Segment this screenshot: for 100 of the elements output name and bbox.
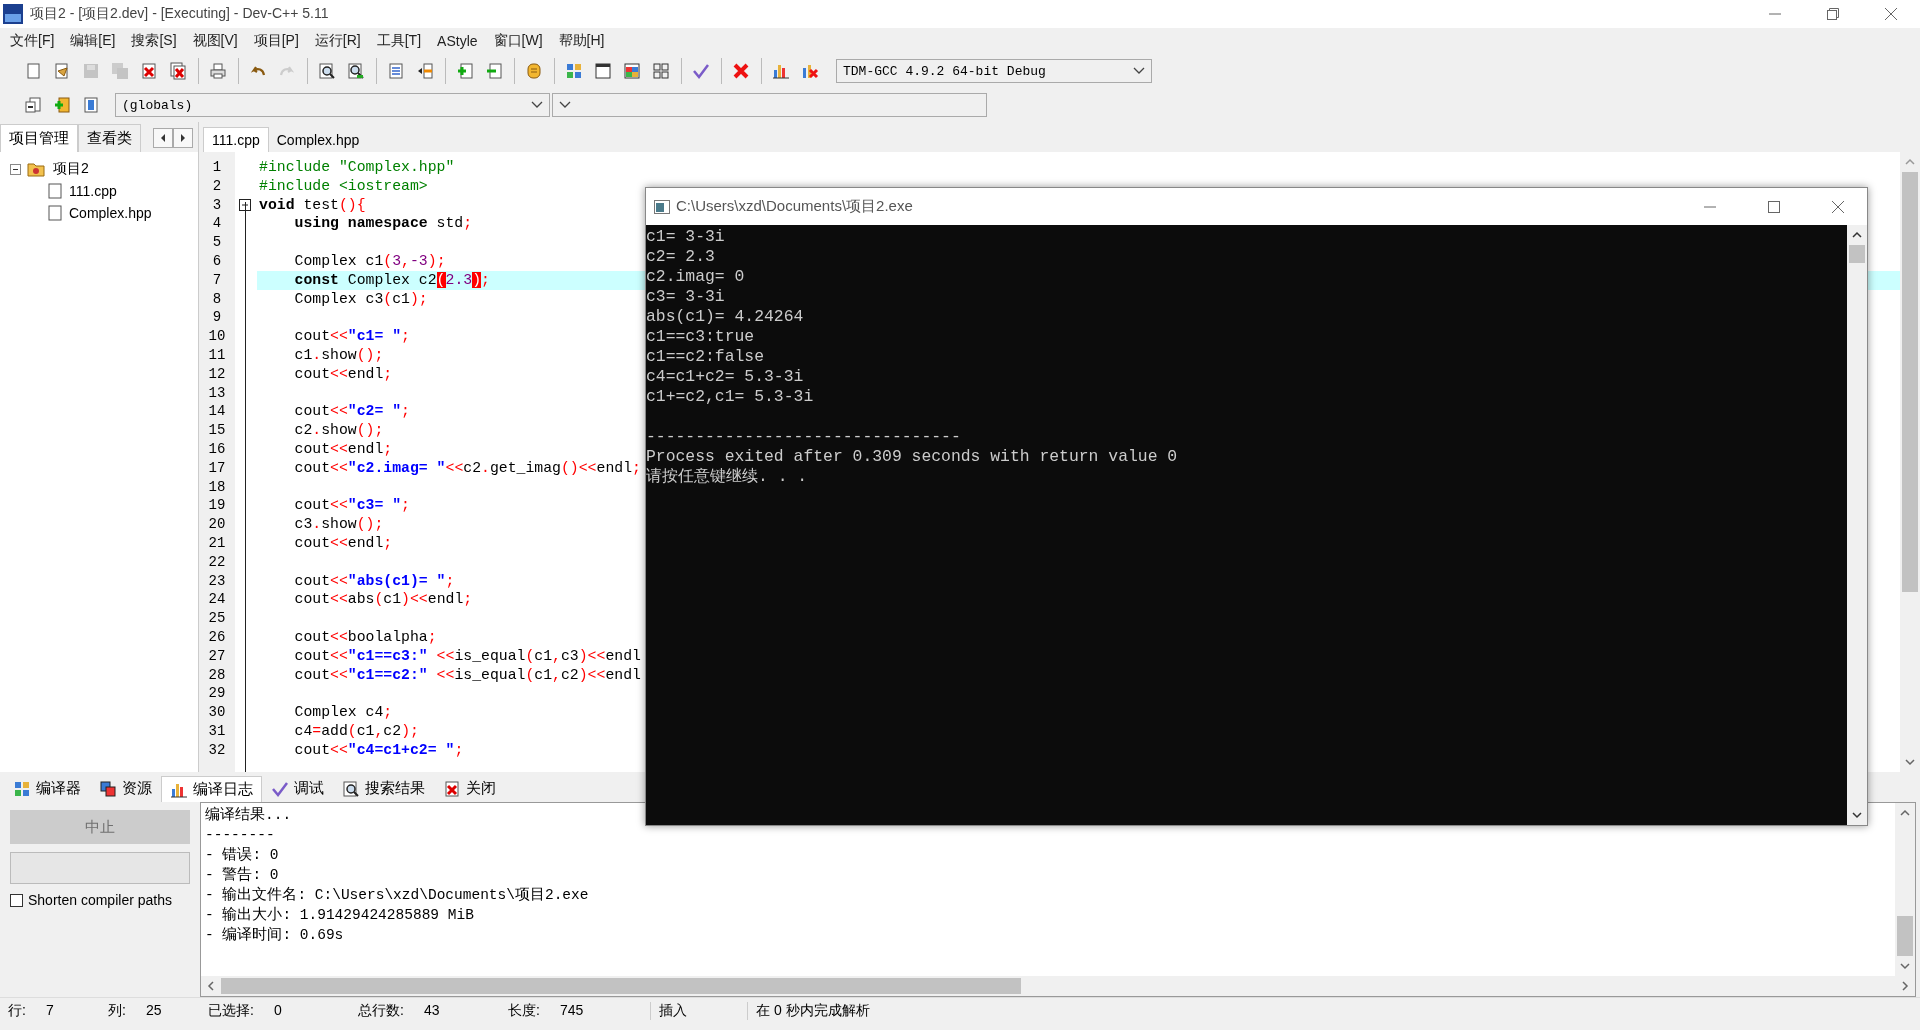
code-line: cout<<"c2.imag= "<<c2.get_imag()<<endl; — [294, 458, 641, 478]
code-line: cout<<endl; — [294, 364, 393, 384]
replace-icon — [346, 62, 365, 80]
menu-item[interactable]: 帮助[H] — [550, 29, 613, 53]
code-line: cout<<"c2= "; — [294, 402, 410, 422]
console-line: c2.imag= 0 — [646, 267, 745, 286]
scroll-left-button[interactable] — [153, 128, 173, 148]
code-line: cout<<endl; — [294, 439, 393, 459]
log-line: - 错误: 0 — [205, 847, 279, 863]
symbol-dropdown[interactable] — [552, 93, 987, 117]
horizontal-scrollbar[interactable] — [201, 976, 1915, 996]
window-title: 项目2 - [项目2.dev] - [Executing] - Dev-C++ 5.11 — [30, 5, 330, 23]
close-icon — [1831, 199, 1845, 214]
code-line: #include "Complex.hpp" — [259, 159, 455, 175]
code-line: cout<<boolalpha; — [294, 627, 437, 647]
line-number: 19 — [207, 496, 227, 516]
line-number: 20 — [207, 515, 227, 534]
menu-item[interactable]: 窗口[W] — [485, 29, 551, 53]
line-number: 1 — [211, 158, 223, 177]
scroll-right-button[interactable] — [173, 128, 193, 148]
close-icon — [1884, 7, 1898, 21]
close-file-icon — [139, 62, 158, 80]
checkbox[interactable] — [10, 893, 23, 907]
code-line: Complex c3(c1); — [294, 289, 428, 309]
indent-icon — [386, 62, 405, 80]
tree-item[interactable]: 111.cpp — [67, 183, 119, 199]
line-number: 29 — [207, 684, 227, 704]
vertical-scrollbar[interactable] — [1895, 803, 1915, 976]
status-text: 插入 — [650, 1002, 747, 1020]
tree-item[interactable]: 项目2 — [51, 160, 91, 178]
file-tab[interactable]: 111.cpp — [203, 127, 269, 152]
panel-tab[interactable]: 项目管理 — [0, 124, 78, 152]
console-line: c1+=c2,c1= 5.3-3i — [646, 387, 814, 406]
log-line: 编译结果... — [205, 807, 292, 823]
line-number: 5 — [211, 233, 223, 252]
file-icon — [48, 205, 62, 221]
log-line: - 警告: 0 — [205, 867, 279, 883]
line-number: 30 — [207, 703, 227, 722]
line-number: 11 — [207, 345, 227, 365]
project-icon — [26, 160, 46, 178]
line-number: 2 — [211, 176, 223, 196]
color-window-icon — [622, 62, 641, 80]
status-label: 总行数: — [358, 1002, 404, 1020]
menu-item[interactable]: AStyle — [429, 30, 486, 52]
tree-item[interactable]: Complex.hpp — [67, 205, 154, 221]
panel-tab[interactable]: 查看类 — [78, 124, 141, 152]
grid-icon — [564, 62, 583, 80]
close-files-icon — [168, 62, 187, 80]
printer-icon — [208, 62, 227, 80]
line-number: 7 — [211, 270, 223, 290]
console-line: c2= 2.3 — [646, 247, 715, 266]
code-line: void test(){ — [259, 196, 366, 213]
code-line: cout<<"abs(c1)= "; — [294, 571, 455, 591]
menu-item[interactable]: 搜索[S] — [123, 29, 185, 53]
line-number: 23 — [207, 571, 227, 591]
status-label: 列: — [108, 1002, 126, 1020]
menu-item[interactable]: 编辑[E] — [62, 29, 124, 53]
squares-icon — [651, 62, 670, 80]
fold-minus-icon[interactable] — [239, 198, 251, 211]
code-line: cout<<"c4=c1+c2= "; — [294, 740, 464, 760]
code-line: using namespace std; — [294, 214, 473, 234]
app-icon — [2, 3, 24, 25]
status-label: 已选择: — [208, 1002, 254, 1020]
scrollbar-thumb[interactable] — [221, 978, 1021, 994]
console-line: c4=c1+c2= 5.3-3i — [646, 367, 804, 386]
line-number: 13 — [207, 383, 227, 403]
bookmark-icon — [81, 96, 100, 114]
scrollbar-thumb[interactable] — [1902, 172, 1918, 592]
scrollbar-thumb[interactable] — [1849, 245, 1865, 263]
menu-item[interactable]: 文件[F] — [2, 29, 63, 53]
menu-item[interactable]: 视图[V] — [184, 29, 246, 53]
code-line: Complex c4; — [294, 703, 393, 722]
line-number: 9 — [211, 308, 223, 328]
code-line: c3.show(); — [294, 515, 384, 534]
console-line: c1= 3-3i — [646, 227, 725, 246]
maximize-icon — [1767, 199, 1781, 214]
restore-icon — [1826, 7, 1840, 21]
collapse-icon[interactable] — [10, 163, 21, 175]
log-line: - 输出大小: 1.91429424285889 MiB — [205, 907, 474, 923]
chart-delete-icon — [800, 62, 819, 80]
minimize-icon — [1768, 13, 1782, 15]
panel-tab[interactable]: 编译日志 — [161, 776, 262, 802]
status-value: 43 — [423, 1002, 440, 1020]
status-label: 行: — [8, 1002, 26, 1020]
line-number: 25 — [207, 609, 227, 628]
scrollbar-thumb[interactable] — [1897, 916, 1913, 956]
menu-item[interactable]: 工具[T] — [368, 29, 430, 53]
add-file-icon — [455, 62, 474, 80]
compiler-dropdown[interactable]: TDM-GCC 4.9.2 64-bit Debug — [836, 59, 1152, 83]
stacked-squares-icon — [99, 779, 117, 798]
code-line: c4=add(c1,c2); — [294, 721, 419, 741]
line-number: 18 — [207, 477, 227, 497]
line-number: 4 — [211, 214, 223, 234]
line-number: 14 — [207, 402, 227, 422]
menu-item[interactable]: 项目[P] — [245, 29, 307, 53]
menu-item[interactable]: 运行[R] — [306, 29, 369, 53]
code-line: cout<<"c3= "; — [294, 496, 410, 516]
scope-dropdown[interactable]: (globals) — [115, 93, 550, 117]
line-number: 27 — [207, 646, 227, 666]
vertical-scrollbar[interactable] — [1847, 225, 1867, 825]
